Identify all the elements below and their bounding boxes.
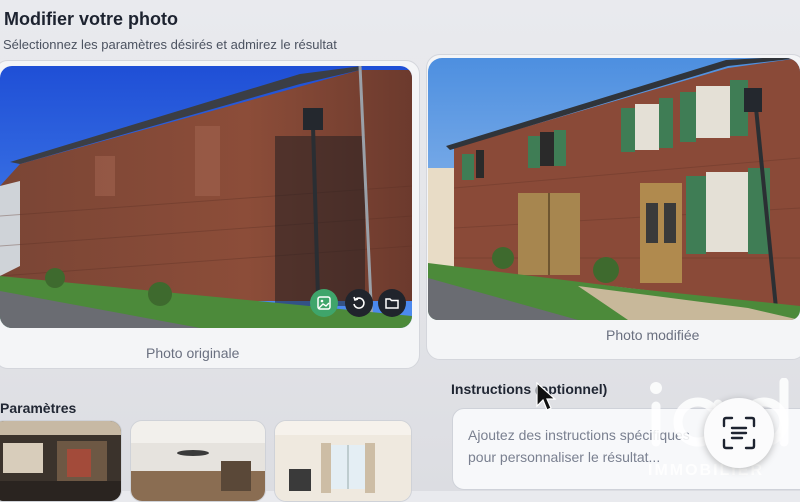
- preset-thumbnail-dining[interactable]: [0, 420, 122, 502]
- original-caption: Photo originale: [146, 345, 240, 361]
- parameters-heading: Paramètres: [0, 400, 77, 416]
- original-photo: [0, 66, 412, 328]
- mouse-cursor-icon: [536, 382, 556, 411]
- folder-icon: [385, 298, 399, 309]
- rotate-button[interactable]: [345, 289, 373, 317]
- modified-caption: Photo modifiée: [606, 327, 700, 343]
- rotate-icon: [353, 296, 365, 309]
- image-icon: [317, 296, 331, 310]
- page-title: Modifier votre photo: [4, 9, 178, 29]
- preset-thumbnail-living[interactable]: [130, 420, 266, 502]
- image-button[interactable]: [310, 289, 338, 317]
- folder-button[interactable]: [378, 289, 406, 317]
- instructions-label: Instructions (optionnel): [451, 381, 608, 397]
- page-subtitle: Sélectionnez les paramètres désirés et a…: [3, 37, 337, 52]
- scan-text-icon: [722, 416, 756, 450]
- modified-photo: [428, 58, 800, 320]
- scan-text-button[interactable]: [704, 398, 774, 468]
- preset-thumbnail-bedroom[interactable]: [274, 420, 412, 502]
